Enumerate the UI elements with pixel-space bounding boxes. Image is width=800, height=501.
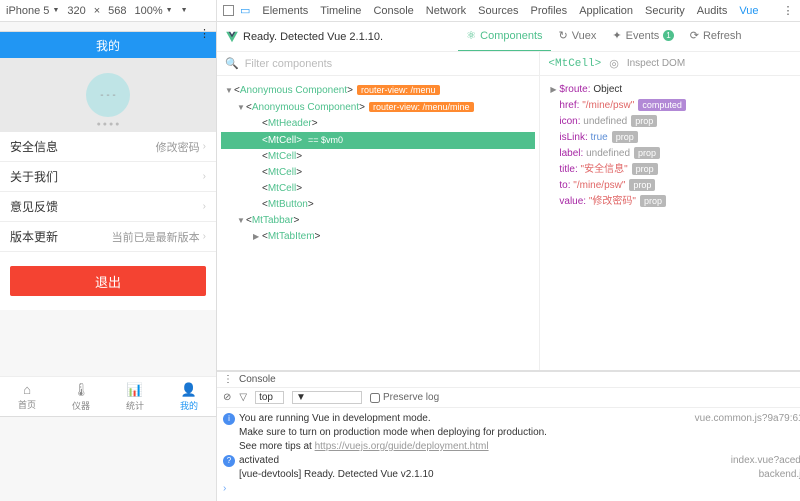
inspect-element-icon[interactable] [223,5,234,16]
devtools-tab[interactable]: Audits [697,5,728,17]
chevron-right-icon: › [203,141,206,152]
tabbar-item[interactable]: 🌡仪器 [54,377,108,416]
chevron-right-icon: › [203,231,206,242]
more-icon[interactable]: ⋮ [223,374,233,385]
tree-node[interactable]: <MtCell> [221,149,535,165]
console-line: You are running Vue in development mode. [239,413,431,424]
info-icon: ? [223,455,235,467]
device-height[interactable]: 568 [108,5,126,17]
devtools-tab[interactable]: Vue [739,5,758,17]
filter-input[interactable]: Filter components [245,58,332,70]
page-dots: ● ● ● ● [97,121,120,128]
vue-logo-icon [225,30,239,44]
tab-icon: 🌡 [73,382,90,398]
profile-area: - - - ● ● ● ● [0,58,216,132]
devtools-tab[interactable]: Application [579,5,633,17]
inspector-selected: <MtCell> [548,58,601,70]
console-line: [vue-devtools] Ready. Detected Vue v2.1.… [223,468,434,482]
devtools-tabstrip: ▭ Elements Timeline Console Network Sources P… [217,0,800,22]
prop-row: title: "安全信息"prop [550,162,800,178]
prop-row: isLink: trueprop [550,130,800,146]
prop-row: to: "/mine/psw"prop [550,178,800,194]
eye-icon[interactable]: ◎ [609,57,619,70]
clear-console-icon[interactable]: ⊘ [223,392,231,403]
devtools-tab[interactable]: Timeline [320,5,361,17]
more-icon[interactable]: ⋮ [783,4,794,17]
devtools-tab[interactable]: Security [645,5,685,17]
devtools-tab[interactable]: Sources [478,5,518,17]
inspector-pane: <MtCell> ◎ Inspect DOM ▶$route: Object h… [540,52,800,370]
tabbar-item[interactable]: 📊统计 [108,377,162,416]
console-drawer: ⋮ Console ✕ ⊘ ▽ top ▼ Preserve log iYou … [217,371,800,501]
prop-row: href: "/mine/psw"computed [550,98,800,114]
tabbar-item[interactable]: 👤我的 [162,377,216,416]
tree-node[interactable]: <MtButton> [221,197,535,213]
list-cell[interactable]: 意见反馈 › [0,192,216,222]
tab-refresh[interactable]: ⟳Refresh [682,22,750,52]
tab-vuex[interactable]: ↻Vuex [551,22,605,52]
tree-node[interactable]: ▼<MtTabbar> [221,213,535,229]
tree-node[interactable]: <MtCell> [221,165,535,181]
chevron-right-icon: › [203,171,206,182]
filter-icon[interactable]: ▽ [239,392,247,403]
source-link[interactable]: backend.js:1 [759,468,800,482]
prop-row: value: "修改密码"prop [550,194,800,210]
avatar[interactable]: - - - [86,73,130,117]
inspect-dom-button[interactable]: Inspect DOM [627,58,685,69]
chevron-right-icon: › [203,201,206,212]
device-toolbar: iPhone 5▼ 320 × 568 100%▼ ▼ [0,0,216,22]
prop-row: label: undefinedprop [550,146,800,162]
component-tree-pane: 🔍 Filter components ▼<Anonymous Componen… [217,52,540,370]
tabbar-item[interactable]: ⌂首页 [0,377,54,416]
device-mode-icon[interactable]: ▭ [240,4,250,17]
app-header: 我的 [0,32,216,58]
console-line: See more tips at [239,441,315,452]
device-select[interactable]: iPhone 5▼ [6,5,59,17]
tree-node[interactable]: <MtCell> [221,181,535,197]
search-icon: 🔍 [225,57,239,70]
devtools-tab[interactable]: Network [426,5,466,17]
devtools-tab[interactable]: Profiles [531,5,568,17]
console-line: Make sure to turn on production mode whe… [223,426,800,440]
tree-node[interactable]: ▼<Anonymous Component>router-view: /menu [221,82,535,99]
phone-frame: 我的 - - - ● ● ● ● 安全信息修改密码 ›关于我们 ›意见反馈 ›版… [0,32,216,416]
console-line: activated [239,455,279,466]
list-cell[interactable]: 安全信息修改密码 › [0,132,216,162]
devtools-tab[interactable]: Console [373,5,413,17]
context-select[interactable]: top [255,391,284,404]
logout-button[interactable]: 退出 [10,266,206,296]
console-drawer-title: Console [239,374,276,385]
prop-row: ▶$route: Object [550,82,800,98]
source-link[interactable]: index.vue?aced:34 [731,454,800,468]
prop-row: icon: undefinedprop [550,114,800,130]
more-icon[interactable]: ⋮ [199,27,210,40]
tree-node[interactable]: ▶<MtTabItem> [221,229,535,245]
list-cell[interactable]: 关于我们 › [0,162,216,192]
tab-icon: ⌂ [23,382,31,397]
preserve-log-checkbox[interactable]: Preserve log [370,392,439,403]
device-width[interactable]: 320 [67,5,85,17]
tree-node[interactable]: ▼<Anonymous Component>router-view: /menu… [221,99,535,116]
emulator-stage: ⋮ 我的 - - - ● ● ● ● 安全信息修改密码 ›关于我们 ›意见反馈 … [0,22,216,501]
source-link[interactable]: vue.common.js?9a79:6183 [695,412,800,426]
zoom-select[interactable]: 100%▼ [135,5,173,17]
ready-text: Ready. Detected Vue 2.1.10. [243,31,383,43]
console-prompt[interactable]: › [223,483,226,494]
tree-node[interactable]: <MtHeader> [221,116,535,132]
tab-icon: 📊 [127,382,143,398]
vue-panel-header: Ready. Detected Vue 2.1.10. ⚛Components … [217,22,800,52]
tab-icon: 👤 [181,382,197,398]
filter-select[interactable]: ▼ [292,391,362,404]
tree-node-selected[interactable]: <MtCell>== $vm0 [221,132,535,149]
devtools-tab[interactable]: Elements [262,5,308,17]
orientation-select[interactable]: ▼ [181,7,188,14]
tab-components[interactable]: ⚛Components [458,22,550,52]
list-cell[interactable]: 版本更新当前已是最新版本 › [0,222,216,252]
link[interactable]: https://vuejs.org/guide/deployment.html [315,441,489,452]
info-icon: i [223,413,235,425]
tab-bar: ⌂首页🌡仪器📊统计👤我的 [0,376,216,416]
tab-events[interactable]: ✦Events1 [604,22,681,52]
dim-sep: × [94,5,100,17]
